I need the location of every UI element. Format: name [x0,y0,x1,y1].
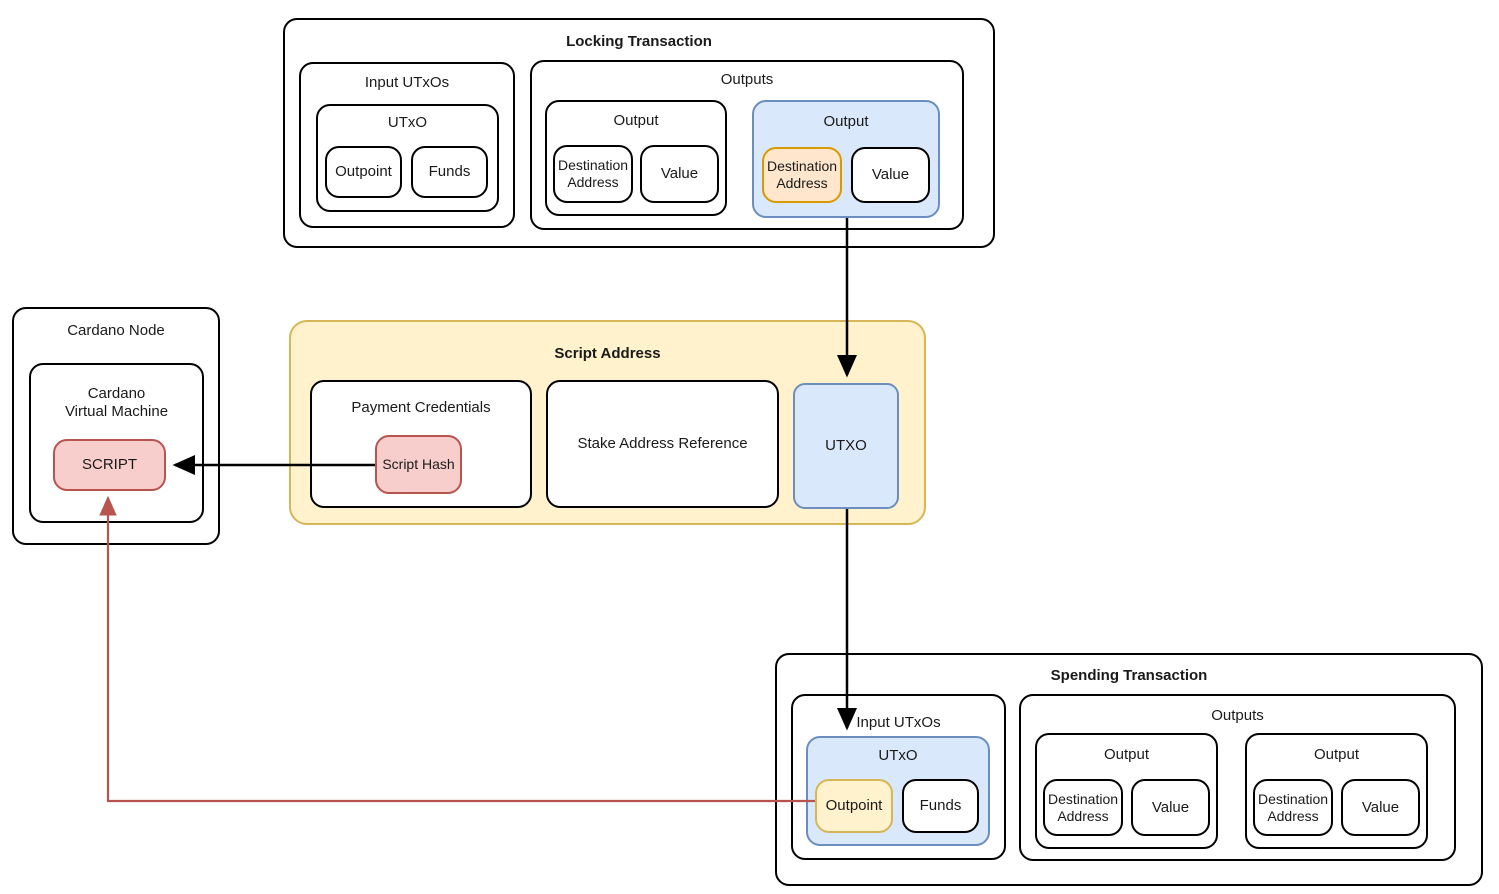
spending-output-2-label: Output [1313,746,1360,763]
locking-output-1-value: Value [640,145,719,203]
spending-transaction-title: Spending Transaction [1050,667,1208,684]
spending-output-1-value-label: Value [1151,798,1190,816]
locking-output-2-value-label: Value [871,166,910,183]
locking-input-funds: Funds [411,146,488,198]
locking-input-outpoint-label: Outpoint [335,163,392,180]
stake-address-reference-box: Stake Address Reference [546,380,779,508]
spending-input-outpoint-label: Outpoint [825,797,883,814]
locking-input-funds-label: Funds [428,163,471,180]
spending-input-utxo-label: UTxO [878,747,918,764]
locking-output-1-destination-address: Destination Address [553,145,633,203]
script-address-title: Script Address [554,345,661,362]
spending-input-funds-label: Funds [919,797,962,814]
script-address-utxo-box: UTXO [793,383,899,509]
spending-output-2-destination-address-label: Destination Address [1257,790,1329,824]
script-box: SCRIPT [53,439,166,491]
locking-output-2-destination-address: Destination Address [762,147,842,203]
spending-output-2-value-label: Value [1361,798,1400,816]
stake-address-reference-label: Stake Address Reference [577,435,748,452]
cardano-node-title: Cardano Node [67,322,165,339]
cardano-virtual-machine-label: Cardano Virtual Machine [64,385,169,420]
script-hash-label: Script Hash [382,456,455,473]
spending-outputs-label: Outputs [1211,707,1264,724]
locking-output-2-label: Output [823,113,869,130]
locking-outputs-label: Outputs [720,71,774,88]
spending-input-utxos-label: Input UTxOs [856,714,941,731]
spending-output-1-destination-address-label: Destination Address [1047,790,1119,824]
spending-output-1-value: Value [1131,779,1210,836]
spending-input-outpoint: Outpoint [815,779,893,833]
script-label: SCRIPT [81,456,137,473]
spending-input-funds: Funds [902,779,979,833]
locking-output-2-destination-address-label: Destination Address [766,158,838,191]
script-address-utxo-label: UTXO [825,437,867,454]
locking-output-1-label: Output [613,112,659,129]
spending-output-1-destination-address: Destination Address [1043,779,1123,836]
spending-output-1-label: Output [1103,746,1150,763]
locking-output-2-value: Value [851,147,930,203]
locking-input-utxo-label: UTxO [387,114,428,131]
locking-output-1-destination-address-label: Destination Address [557,157,629,190]
script-hash-box: Script Hash [375,435,462,494]
locking-output-1-value-label: Value [660,165,699,182]
diagram-canvas: Locking Transaction Input UTxOs UTxO Out… [0,0,1499,894]
locking-transaction-title: Locking Transaction [566,33,712,50]
locking-input-utxos-label: Input UTxOs [364,74,450,91]
arrow-outpoint-to-script [99,495,815,803]
locking-input-outpoint: Outpoint [325,146,402,198]
spending-output-2-destination-address: Destination Address [1253,779,1333,836]
spending-output-2-value: Value [1341,779,1420,836]
payment-credentials-label: Payment Credentials [351,399,491,416]
